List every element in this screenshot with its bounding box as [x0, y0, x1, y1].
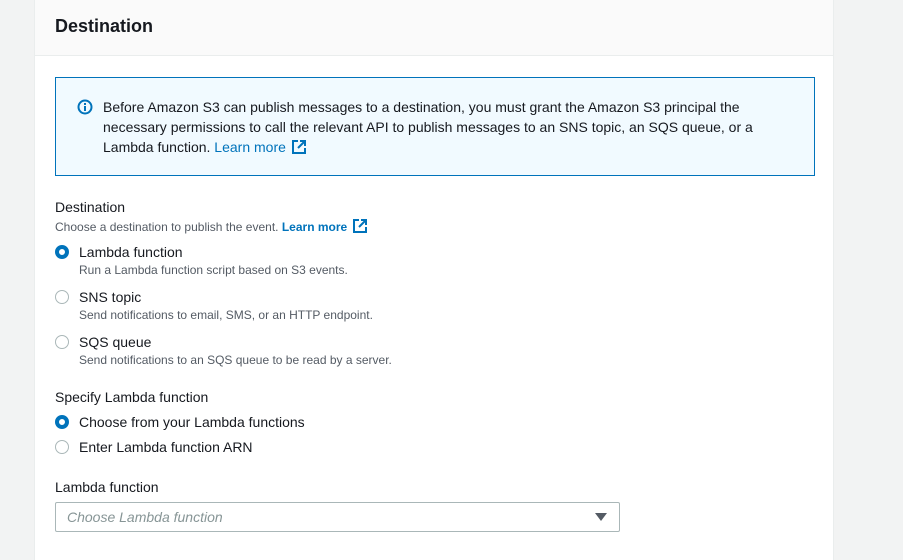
radio-label-choose-from-functions[interactable]: Choose from your Lambda functions — [79, 414, 305, 430]
radio-lambda-function[interactable] — [55, 245, 69, 259]
radio-choose-from-functions[interactable] — [55, 415, 69, 429]
radio-desc-sqs-queue: Send notifications to an SQS queue to be… — [79, 353, 392, 367]
radio-desc-sns-topic: Send notifications to email, SMS, or an … — [79, 308, 373, 322]
info-alert: Before Amazon S3 can publish messages to… — [55, 77, 815, 176]
caret-down-icon — [595, 513, 607, 521]
destination-learn-more-label: Learn more — [281, 220, 348, 234]
lambda-function-select[interactable]: Choose Lambda function — [55, 502, 620, 532]
radio-desc-lambda-function: Run a Lambda function script based on S3… — [79, 263, 348, 277]
info-text: Before Amazon S3 can publish messages to… — [103, 97, 793, 157]
destination-description-text: Choose a destination to publish the even… — [55, 220, 279, 234]
radio-label-sqs-queue[interactable]: SQS queue — [79, 334, 151, 350]
panel-title: Destination — [55, 16, 154, 36]
specify-lambda-label: Specify Lambda function — [55, 389, 209, 405]
external-link-icon — [353, 219, 368, 233]
radio-label-sns-topic[interactable]: SNS topic — [79, 289, 141, 305]
radio-label-lambda-function[interactable]: Lambda function — [79, 244, 183, 260]
destination-description: Choose a destination to publish the even… — [55, 219, 368, 234]
destination-panel: Destination Before Amazon S3 can publish… — [34, 0, 834, 560]
info-learn-more-label: Learn more — [214, 139, 286, 155]
panel-header — [35, 0, 833, 56]
lambda-function-label: Lambda function — [55, 479, 159, 495]
info-message: Before Amazon S3 can publish messages to… — [103, 99, 753, 155]
select-placeholder: Choose Lambda function — [67, 509, 223, 525]
destination-learn-more-link[interactable]: Learn more — [281, 219, 368, 234]
radio-label-enter-arn[interactable]: Enter Lambda function ARN — [79, 439, 253, 455]
radio-enter-arn[interactable] — [55, 440, 69, 454]
info-learn-more-link[interactable]: Learn more — [214, 139, 306, 155]
external-link-icon — [291, 140, 306, 154]
radio-sns-topic[interactable] — [55, 290, 69, 304]
radio-sqs-queue[interactable] — [55, 335, 69, 349]
destination-label: Destination — [55, 199, 126, 215]
info-icon — [77, 99, 93, 115]
